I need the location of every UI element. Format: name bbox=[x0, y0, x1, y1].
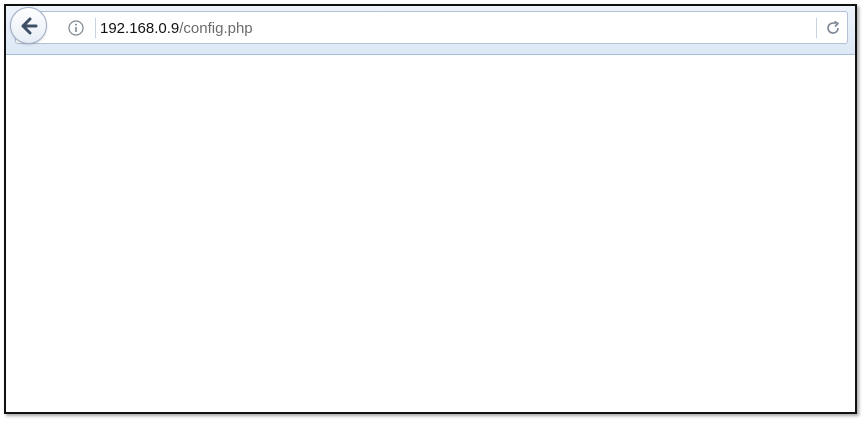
reload-icon[interactable] bbox=[824, 19, 842, 37]
page-content bbox=[6, 55, 855, 412]
address-bar-separator bbox=[95, 18, 96, 38]
reload-separator bbox=[816, 18, 817, 38]
info-icon[interactable] bbox=[68, 20, 84, 36]
url-path: /config.php bbox=[179, 20, 253, 37]
browser-window: 192.168.0.9/config.php bbox=[4, 4, 857, 414]
back-button[interactable] bbox=[10, 7, 47, 44]
url-text[interactable]: 192.168.0.9/config.php bbox=[100, 20, 253, 37]
browser-toolbar: 192.168.0.9/config.php bbox=[6, 6, 855, 55]
back-arrow-icon bbox=[21, 17, 38, 35]
address-bar[interactable]: 192.168.0.9/config.php bbox=[15, 11, 848, 44]
url-host: 192.168.0.9 bbox=[100, 20, 180, 37]
